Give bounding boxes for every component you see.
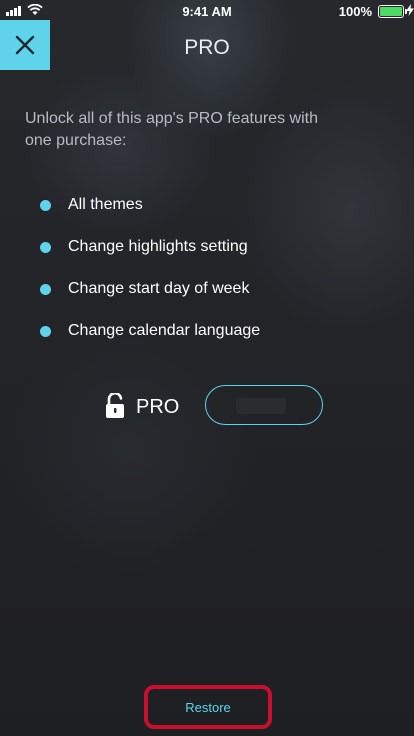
status-bar: 9:41 AM 100% (0, 0, 414, 22)
pro-purchase-row: PRO (0, 384, 414, 428)
unlock-icon (106, 393, 124, 418)
list-item: Change calendar language (40, 310, 260, 352)
bullet-icon (40, 199, 51, 211)
pro-label: PRO (136, 396, 180, 418)
feature-label: Change start day of week (68, 280, 250, 297)
list-item: All themes (40, 184, 260, 226)
bullet-icon (40, 325, 51, 337)
feature-label: Change highlights setting (68, 238, 248, 255)
bullet-icon (40, 283, 51, 295)
intro-text: Unlock all of this app's PRO features wi… (25, 110, 318, 149)
list-item: Change highlights setting (40, 226, 260, 268)
restore-button[interactable]: Restore (144, 685, 272, 729)
battery-icon (378, 5, 407, 18)
list-item: Change start day of week (40, 268, 260, 310)
charging-icon (406, 4, 414, 16)
page-title: PRO (184, 36, 230, 59)
feature-label: All themes (68, 196, 143, 213)
feature-label: Change calendar language (68, 322, 261, 339)
feature-list: All themes Change highlights setting Cha… (40, 184, 260, 352)
restore-label: Restore (185, 699, 231, 715)
battery-percent: 100% (338, 4, 372, 19)
price-label (236, 398, 286, 414)
bullet-icon (40, 241, 51, 253)
purchase-button[interactable] (205, 385, 323, 425)
